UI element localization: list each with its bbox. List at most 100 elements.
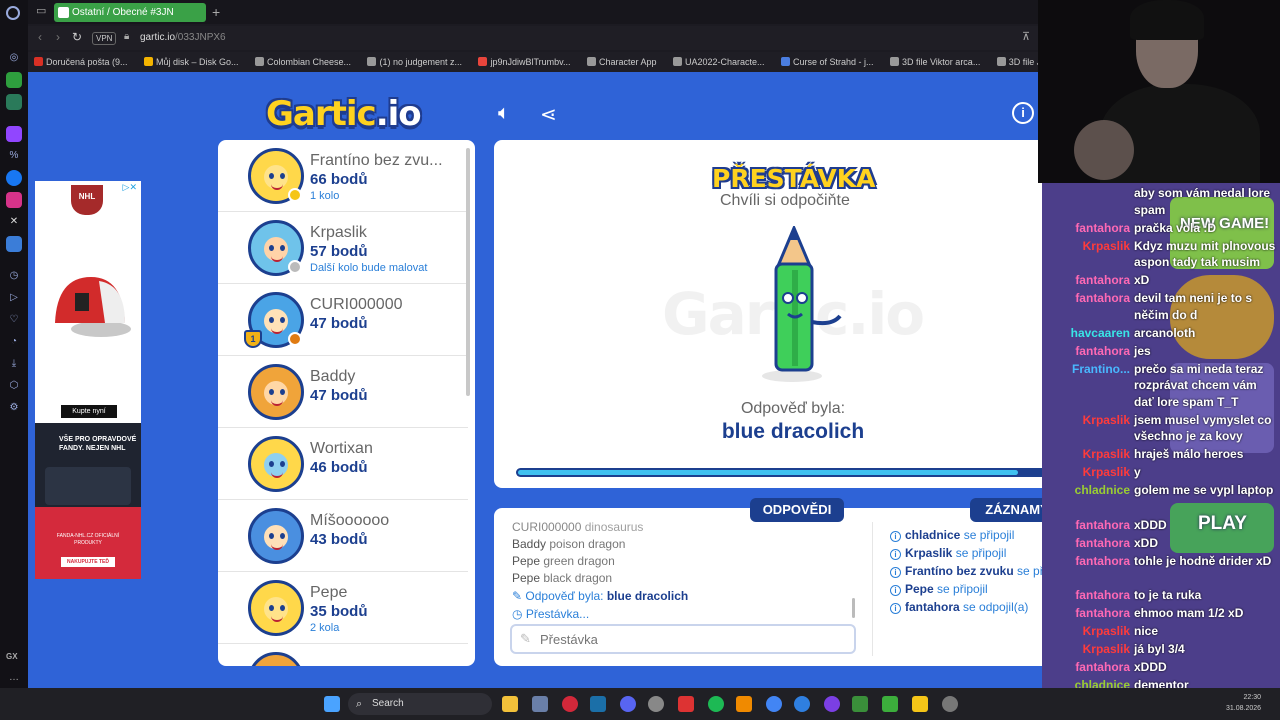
answer-input-box[interactable]: ✎ [510,624,856,654]
chat-username[interactable]: fantahora [1075,220,1130,237]
speed-dial-icon[interactable]: ◎ [6,50,22,66]
chat-username[interactable]: fantahora [1075,659,1130,676]
player-row[interactable]: Wortixan 46 bodů [218,428,468,500]
player-icon[interactable]: ▷ [6,290,22,306]
player-points: 46 bodů [310,459,368,476]
messenger-icon[interactable] [824,696,840,712]
chrome-icon[interactable] [766,696,782,712]
nhl-ad-banner[interactable]: ▷✕ NHL Kupte nyní VŠE PRO OPRAVDOVÉ FAND… [35,181,141,579]
gartic-logo[interactable]: Gartic.io [266,94,422,134]
tab-records[interactable]: ZÁZNAMY [970,498,1042,522]
app-icon[interactable] [852,696,868,712]
reload-icon[interactable]: ↻ [72,30,82,44]
bookmark-item[interactable]: Colombian Cheese... [249,52,357,68]
history-icon[interactable]: ◷ [6,268,22,284]
chat-username[interactable]: fantahora [1075,517,1130,534]
sound-toggle-icon[interactable]: 🔈︎ [498,102,524,124]
adchoices-icon[interactable]: ▷✕ [123,182,137,193]
bookmark-item[interactable]: (1) no judgement z... [361,52,468,68]
download-icon[interactable]: ⤓ [6,356,22,372]
chat-username[interactable]: chladnice [1075,482,1130,499]
chat-username[interactable]: fantahora [1075,290,1130,307]
vlc-icon[interactable] [736,696,752,712]
bookmark-item[interactable]: Curse of Strahd - j... [775,52,880,68]
discord-icon[interactable] [620,696,636,712]
answers-scrollbar[interactable] [852,598,855,618]
player-row[interactable]: Frantíno bez zvu... 66 bodů 1 kolo [218,140,468,212]
whatsapp-icon[interactable] [6,72,22,88]
tab-gartic[interactable]: Ostatní / Obecné #3JN [54,3,206,22]
obs-icon[interactable] [648,696,664,712]
chat-username[interactable]: Krpaslik [1083,238,1130,255]
bookmark-item[interactable]: jp9nJdiwBlTrumbv... [472,52,576,68]
player-row-partial[interactable] [218,644,468,666]
heart-icon[interactable]: ♡ [6,312,22,328]
bookmark-item[interactable]: Můj disk – Disk Go... [138,52,245,68]
messenger-app-icon[interactable] [6,94,22,110]
percent-icon[interactable]: % [6,148,22,164]
player-row[interactable]: Pepe 35 bodů 2 kola [218,572,468,644]
extensions-icon[interactable]: ⬡ [6,378,22,394]
clock-icon[interactable]: ◔ [6,334,22,350]
tab-menu-icon[interactable]: ▭ [36,4,46,17]
chat-username[interactable]: Krpaslik [1083,641,1130,658]
info-icon[interactable]: i [1012,102,1034,124]
chat-username[interactable]: chladnice [1075,677,1130,688]
settings-icon[interactable]: ⚙ [6,400,22,416]
app-icon[interactable] [912,696,928,712]
bookmark-item[interactable]: Doručená pošta (9... [28,52,134,68]
player-row[interactable]: Krpaslik 57 bodů Další kolo bude malovat [218,212,468,284]
chat-username[interactable]: fantahora [1075,535,1130,552]
chat-username[interactable]: fantahora [1075,343,1130,360]
player-row[interactable]: 1 CURI000000 47 bodů [218,284,468,356]
file-explorer-icon[interactable] [502,696,518,712]
buy-now-button[interactable]: Kupte nyní [61,405,117,418]
windows-start-icon[interactable] [324,696,340,712]
steam-icon[interactable] [590,696,606,712]
chat-username[interactable]: Frantino... [1072,361,1130,378]
answer-input[interactable] [540,630,840,648]
app-icon[interactable] [794,696,810,712]
bookmark-item[interactable]: Character App [581,52,663,68]
minecraft-icon[interactable] [882,696,898,712]
chat-username[interactable]: fantahora [1075,553,1130,570]
chat-username[interactable]: Krpaslik [1083,464,1130,481]
shop-now-button[interactable]: NAKUPUJTE TEĎ [61,557,115,567]
spotify-icon[interactable] [708,696,724,712]
bookmark-item[interactable]: 3D file Jayce Arca... [991,52,1038,68]
player-row[interactable]: Míšoooooo 43 bodů [218,500,468,572]
player-row[interactable]: Baddy 47 bodů [218,356,468,428]
vpn-badge[interactable]: VPN [92,32,117,45]
chat-username[interactable]: Krpaslik [1083,623,1130,640]
more-icon[interactable]: … [6,670,22,686]
url-field[interactable]: gartic.io/033JNPX6 [140,32,226,43]
instagram-icon[interactable] [6,192,22,208]
facebook-messenger-icon[interactable] [6,170,22,186]
app-icon[interactable] [532,696,548,712]
twitch-icon[interactable] [6,126,22,142]
player-list-scrollbar[interactable] [466,148,470,396]
app-icon[interactable] [678,696,694,712]
new-tab-icon[interactable]: + [212,3,220,21]
taskbar-clock[interactable]: 22:30 31.08.2026 [1226,692,1261,714]
opera-gx-icon[interactable] [562,696,578,712]
app-icon[interactable] [6,236,22,252]
tab-answers[interactable]: ODPOVĚDI [750,498,844,522]
bookmark-item[interactable]: UA2022-Characte... [667,52,771,68]
chat-username[interactable]: Krpaslik [1083,446,1130,463]
forward-icon[interactable]: › [56,30,60,44]
opera-logo-icon[interactable] [6,6,20,20]
taskbar-search[interactable]: ⌕ Search [348,693,492,715]
pin-icon[interactable]: ⊼ [1022,30,1030,43]
lock-icon[interactable]: 🔒︎ [124,31,129,42]
x-icon[interactable]: ✕ [6,214,22,230]
app-icon[interactable] [942,696,958,712]
chat-username[interactable]: havcaaren [1071,325,1130,342]
back-icon[interactable]: ‹ [38,30,42,44]
chat-username[interactable]: fantahora [1075,272,1130,289]
bookmark-item[interactable]: 3D file Viktor arca... [884,52,986,68]
share-icon[interactable]: ⋖ [540,102,562,126]
chat-username[interactable]: fantahora [1075,587,1130,604]
chat-username[interactable]: Krpaslik [1083,412,1130,429]
chat-username[interactable]: fantahora [1075,605,1130,622]
